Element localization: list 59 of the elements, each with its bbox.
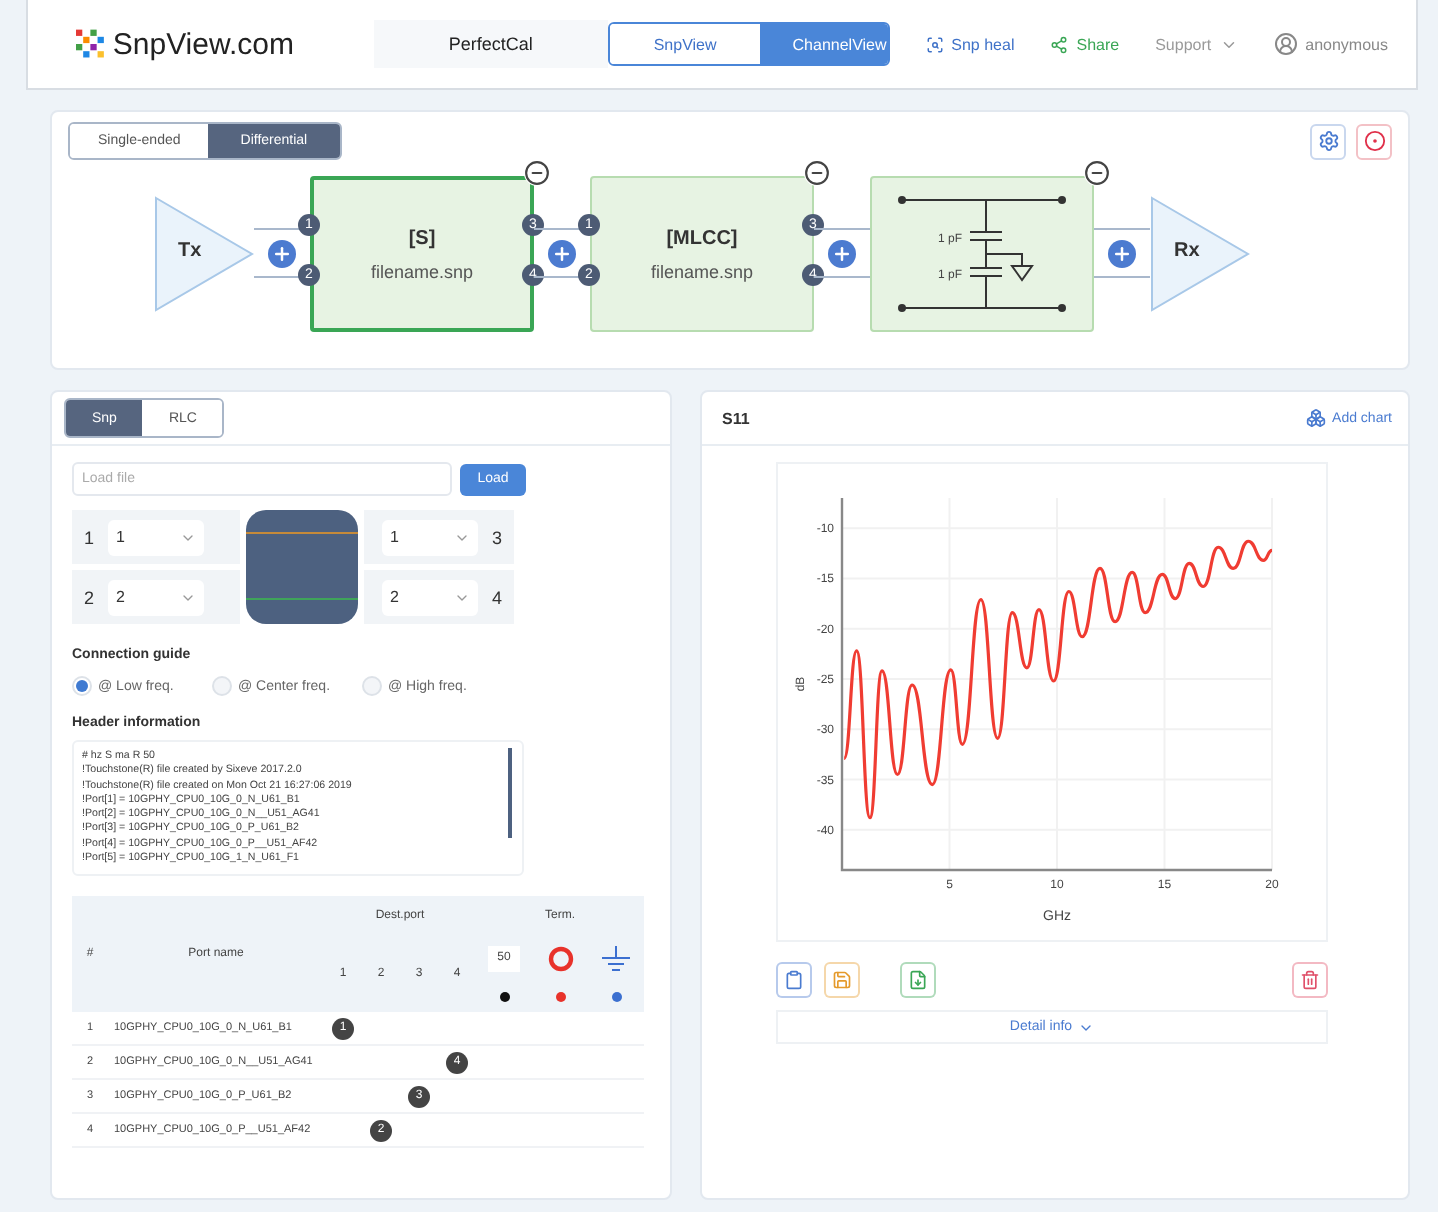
share-icon bbox=[1050, 35, 1069, 53]
record-button[interactable] bbox=[1356, 123, 1392, 159]
clipboard-icon bbox=[784, 970, 804, 990]
boxes-icon bbox=[1306, 408, 1327, 428]
user-icon bbox=[1273, 32, 1298, 56]
port-number: 4 bbox=[491, 587, 502, 607]
block-title: [S] bbox=[408, 227, 436, 249]
block-filename: filename.snp bbox=[650, 261, 754, 281]
block-title: [MLCC] bbox=[666, 227, 738, 249]
port-select[interactable]: 1 bbox=[381, 519, 478, 555]
amplifier-icon bbox=[154, 196, 254, 312]
add-button[interactable] bbox=[1108, 239, 1136, 267]
port-number: 3 bbox=[491, 527, 502, 547]
clipboard-button[interactable] bbox=[776, 962, 812, 998]
project-name-field[interactable]: PerfectCal bbox=[373, 20, 608, 68]
save-button[interactable] bbox=[824, 962, 860, 998]
amplifier-icon bbox=[1150, 196, 1250, 312]
ring-icon bbox=[547, 945, 573, 971]
radio-dot[interactable] bbox=[362, 676, 382, 696]
port-number: 1 bbox=[84, 527, 95, 547]
port-select[interactable]: 2 bbox=[108, 579, 205, 615]
plus-icon bbox=[552, 243, 572, 263]
minus-icon bbox=[524, 160, 550, 186]
port-select[interactable]: 1 bbox=[108, 519, 205, 555]
tx-label: Tx bbox=[178, 240, 202, 262]
logo-icon bbox=[76, 28, 105, 60]
save-icon bbox=[832, 970, 852, 990]
add-button[interactable] bbox=[828, 239, 856, 267]
plus-icon bbox=[272, 243, 292, 263]
snp-heal-link[interactable]: Snp heal bbox=[925, 35, 1015, 53]
scan-search-icon bbox=[925, 35, 944, 53]
minus-icon bbox=[1084, 160, 1110, 186]
remove-button[interactable] bbox=[1084, 160, 1110, 186]
delete-icon bbox=[1300, 970, 1320, 990]
record-icon bbox=[1363, 130, 1385, 152]
brand-name: SnpView.com bbox=[112, 27, 294, 61]
port-number: 2 bbox=[84, 587, 95, 607]
delete-button[interactable] bbox=[1292, 962, 1328, 998]
user-menu[interactable]: anonymous bbox=[1273, 32, 1388, 56]
plus-icon bbox=[832, 243, 852, 263]
remove-button[interactable] bbox=[804, 160, 830, 186]
chart-title: S11 bbox=[722, 409, 750, 427]
remove-button[interactable] bbox=[524, 160, 550, 186]
block-filename: filename.snp bbox=[370, 261, 474, 281]
port-map-drawing bbox=[246, 510, 358, 624]
rx-label: Rx bbox=[1174, 240, 1200, 262]
settings-button[interactable] bbox=[1310, 123, 1346, 159]
add-button[interactable] bbox=[548, 239, 576, 267]
view-tab[interactable]: ChannelView bbox=[760, 24, 888, 64]
port-select[interactable]: 2 bbox=[381, 579, 478, 615]
add-button[interactable] bbox=[268, 239, 296, 267]
radio-dot[interactable] bbox=[72, 676, 92, 696]
plus-icon bbox=[1112, 243, 1132, 263]
ground-icon bbox=[600, 945, 632, 971]
minus-icon bbox=[804, 160, 830, 186]
file-download-button[interactable] bbox=[900, 962, 936, 998]
settings-icon bbox=[1317, 130, 1339, 152]
file-download-icon bbox=[908, 970, 928, 990]
radio-dot[interactable] bbox=[212, 676, 232, 696]
